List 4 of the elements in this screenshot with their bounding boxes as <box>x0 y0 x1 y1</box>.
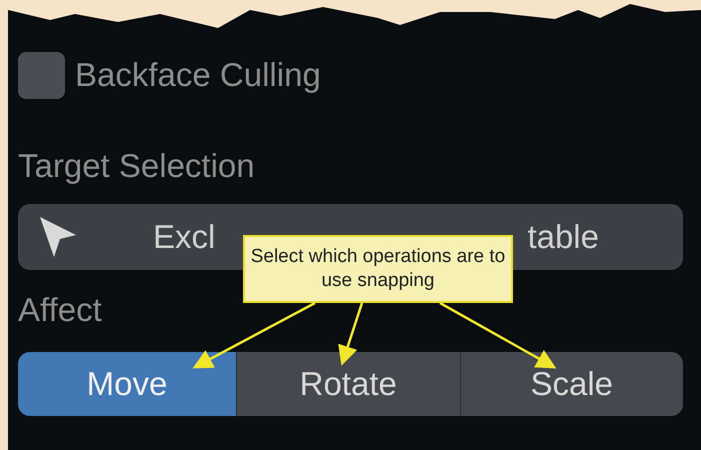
section-heading: Target Selection <box>18 146 256 186</box>
section-heading: Affect <box>18 290 103 330</box>
callout-tooltip: Select which operations are to use snapping <box>243 235 513 303</box>
checkbox-label: Backface Culling <box>75 55 321 96</box>
